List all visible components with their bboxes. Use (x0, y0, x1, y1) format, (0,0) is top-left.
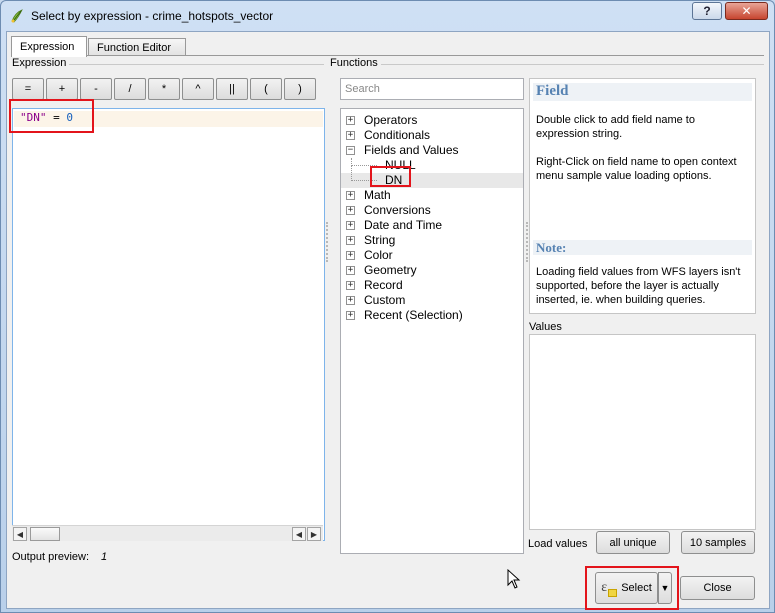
expand-icon[interactable]: + (346, 251, 355, 260)
operator-multiply-button[interactable]: * (148, 78, 180, 100)
select-button-label: Select (621, 582, 652, 594)
qgis-icon (11, 9, 23, 23)
expand-icon[interactable]: + (346, 206, 355, 215)
function-tree[interactable]: + Operators + Conditionals − Fields and … (340, 108, 524, 554)
tree-item-recent-selection[interactable]: + Recent (Selection) (341, 308, 523, 323)
expand-icon[interactable]: + (346, 131, 355, 140)
functions-group-line (381, 64, 764, 65)
expand-icon[interactable]: + (346, 236, 355, 245)
window-title: Select by expression - crime_hotspots_ve… (31, 9, 274, 23)
help-paragraph-1: Double click to add field name to expres… (536, 114, 695, 140)
expression-epsilon-icon: ε (601, 580, 618, 597)
operator-divide-button[interactable]: / (114, 78, 146, 100)
mouse-cursor-icon (507, 569, 521, 589)
tab-divider (11, 55, 764, 56)
close-window-button[interactable]: ✕ (725, 2, 768, 20)
functions-section-label: Functions (330, 57, 378, 69)
tree-item-dn[interactable]: DN (341, 166, 523, 188)
operator-concat-button[interactable]: || (216, 78, 248, 100)
tree-item-string[interactable]: + String (341, 233, 523, 248)
tree-item-conditionals[interactable]: + Conditionals (341, 128, 523, 143)
tree-item-conversions[interactable]: + Conversions (341, 203, 523, 218)
dialog-body: Expression Function Editor Expression Fu… (6, 31, 770, 610)
output-preview-label: Output preview: (12, 551, 90, 563)
tree-item-date-and-time[interactable]: + Date and Time (341, 218, 523, 233)
tree-item-math[interactable]: + Math (341, 188, 523, 203)
operator-equals-button[interactable]: = (12, 78, 44, 100)
expand-icon[interactable]: + (346, 116, 355, 125)
operator-plus-button[interactable]: + (46, 78, 78, 100)
scroll-left-icon[interactable]: ◀ (13, 527, 27, 541)
operator-close-paren-button[interactable]: ) (284, 78, 316, 100)
output-preview-value: 1 (101, 551, 108, 563)
collapse-icon[interactable]: − (346, 146, 355, 155)
scroll-right-icon[interactable]: ▶ (307, 527, 321, 541)
title-bar[interactable]: Select by expression - crime_hotspots_ve… (1, 1, 774, 31)
expression-text: "DN" = 0 (20, 111, 73, 124)
tree-item-record[interactable]: + Record (341, 278, 523, 293)
operator-minus-button[interactable]: - (80, 78, 112, 100)
expand-icon[interactable]: + (346, 191, 355, 200)
editor-horizontal-scrollbar[interactable]: ◀ ◀ ▶ (12, 525, 323, 541)
ten-samples-button[interactable]: 10 samples (681, 531, 755, 554)
operator-token: = (53, 111, 60, 124)
help-title: Field (533, 83, 752, 101)
expand-icon[interactable]: + (346, 311, 355, 320)
function-help-panel: Field Double click to add field name to … (529, 78, 756, 314)
tab-function-editor[interactable]: Function Editor (88, 38, 186, 56)
expand-icon[interactable]: + (346, 221, 355, 230)
tab-expression[interactable]: Expression (11, 36, 87, 57)
left-splitter-handle[interactable] (326, 222, 328, 262)
caret-down-icon: ▼ (660, 583, 670, 593)
load-values-label: Load values (528, 538, 588, 550)
right-splitter-handle[interactable] (526, 222, 528, 262)
tree-item-operators[interactable]: + Operators (341, 113, 523, 128)
help-paragraph-2: Right-Click on field name to open contex… (536, 156, 737, 182)
tree-item-geometry[interactable]: + Geometry (341, 263, 523, 278)
expression-group-line (69, 64, 324, 65)
select-button[interactable]: ε Select (595, 572, 658, 604)
select-by-expression-dialog: Select by expression - crime_hotspots_ve… (0, 0, 775, 613)
tree-branch-line (351, 158, 377, 166)
values-label: Values (529, 321, 562, 333)
expand-icon[interactable]: + (346, 266, 355, 275)
all-unique-button[interactable]: all unique (596, 531, 670, 554)
value-token: 0 (66, 111, 73, 124)
expand-icon[interactable]: + (346, 296, 355, 305)
tree-item-color[interactable]: + Color (341, 248, 523, 263)
expression-section-label: Expression (12, 57, 67, 69)
help-button[interactable]: ? (692, 2, 722, 20)
function-search-input[interactable] (340, 78, 524, 100)
tree-branch-line (351, 166, 377, 181)
operator-open-paren-button[interactable]: ( (250, 78, 282, 100)
values-list[interactable] (529, 334, 756, 530)
operator-power-button[interactable]: ^ (182, 78, 214, 100)
help-note-title: Note: (533, 240, 752, 255)
help-note-text: Loading field values from WFS layers isn… (536, 266, 741, 306)
tree-item-custom[interactable]: + Custom (341, 293, 523, 308)
tree-item-fields-and-values[interactable]: − Fields and Values (341, 143, 523, 158)
scroll-left-end-icon[interactable]: ◀ (292, 527, 306, 541)
expression-editor[interactable]: "DN" = 0 (12, 108, 325, 541)
select-dropdown-button[interactable]: ▼ (658, 572, 672, 604)
field-token: "DN" (20, 111, 47, 124)
scrollbar-thumb[interactable] (30, 527, 60, 541)
expand-icon[interactable]: + (346, 281, 355, 290)
close-button[interactable]: Close (680, 576, 755, 600)
